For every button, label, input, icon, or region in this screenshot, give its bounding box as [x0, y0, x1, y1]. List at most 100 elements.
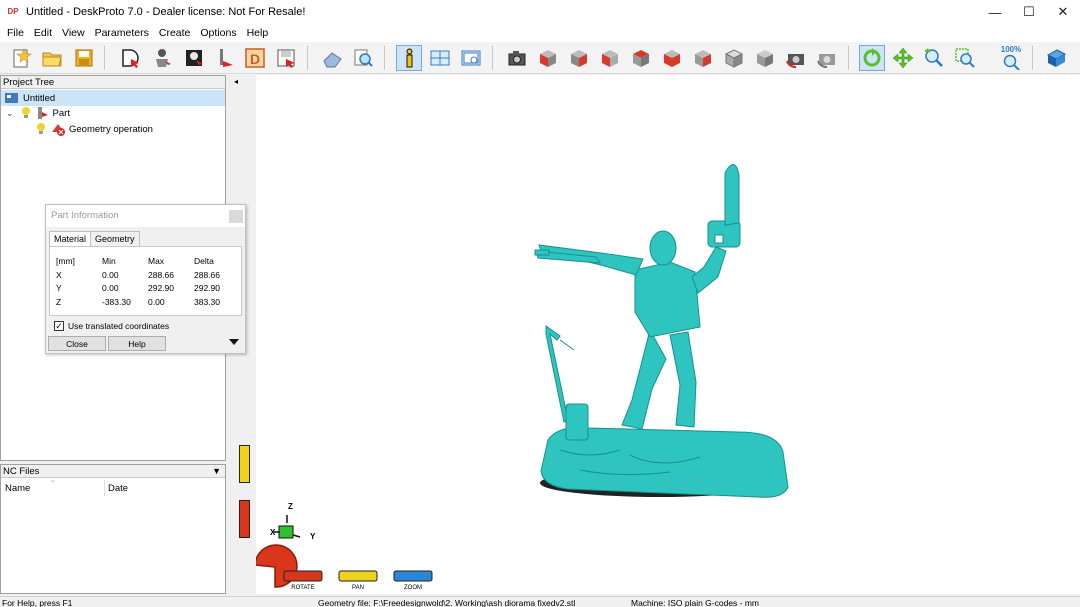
- sort-arrow-icon: ⌄: [50, 477, 56, 484]
- lightbulb-icon[interactable]: [35, 122, 47, 136]
- lightbulb-icon[interactable]: [20, 106, 32, 120]
- view-cube-8[interactable]: [752, 45, 778, 71]
- tree-item-geometry-operation[interactable]: Geometry operation: [1, 121, 153, 137]
- maximize-button[interactable]: ☐: [1012, 0, 1046, 24]
- open-folder-icon[interactable]: [39, 45, 65, 71]
- model-view[interactable]: Z X Y ROTATE PAN ZOOM: [230, 75, 1080, 594]
- info-icon[interactable]: [396, 45, 422, 71]
- row-max: 288.66: [148, 270, 174, 280]
- row-axis: Z: [56, 297, 62, 307]
- pan-slider[interactable]: [338, 570, 378, 582]
- checkbox-checked[interactable]: ✓: [54, 321, 64, 331]
- column-name[interactable]: Name: [5, 483, 30, 494]
- eraser-icon[interactable]: [319, 45, 345, 71]
- collapse-arrow-icon[interactable]: ◂: [234, 77, 238, 86]
- view-cube-7[interactable]: [721, 45, 747, 71]
- zoom-label: ZOOM: [404, 585, 422, 591]
- zoom-100-label: 100%: [1000, 45, 1022, 54]
- menu-create[interactable]: Create: [154, 27, 196, 39]
- photo-icon[interactable]: [181, 45, 207, 71]
- zoom-slider[interactable]: [393, 570, 433, 582]
- row-delta: 383.30: [194, 297, 220, 307]
- view-cube-4[interactable]: [628, 45, 654, 71]
- menu-view[interactable]: View: [57, 27, 90, 39]
- zoom-window-icon[interactable]: [952, 45, 978, 71]
- camera-icon[interactable]: [504, 45, 530, 71]
- book-icon[interactable]: [1043, 45, 1069, 71]
- axis-label-x: X: [270, 528, 276, 537]
- title-bar: DP Untitled - DeskProto 7.0 - Dealer lic…: [0, 0, 1080, 24]
- menu-edit[interactable]: Edit: [29, 27, 57, 39]
- pan-icon[interactable]: [890, 45, 916, 71]
- 3d-viewport[interactable]: Z X Y ROTATE PAN ZOOM: [230, 75, 1080, 594]
- dialog-close-box[interactable]: [229, 210, 243, 223]
- row-max: 0.00: [148, 297, 165, 307]
- view-cube-1[interactable]: [535, 45, 561, 71]
- status-bar: For Help, press F1 Geometry file: F:\Fre…: [0, 596, 1080, 607]
- zoom-icon[interactable]: [921, 45, 947, 71]
- tab-material[interactable]: Material: [49, 231, 92, 246]
- app-window: DP Untitled - DeskProto 7.0 - Dealer lic…: [0, 0, 1080, 607]
- row-min: 0.00: [102, 283, 119, 293]
- row-min: -383.30: [102, 297, 131, 307]
- view-cube-2[interactable]: [566, 45, 592, 71]
- close-dialog-button[interactable]: Close: [48, 336, 106, 351]
- tree-item-part[interactable]: ⌄ Part: [1, 105, 70, 121]
- axis-triad: [274, 515, 301, 539]
- column-date[interactable]: Date: [108, 483, 128, 494]
- menu-options[interactable]: Options: [195, 27, 241, 39]
- minimize-button[interactable]: —: [978, 0, 1012, 24]
- header-unit: [mm]: [56, 256, 75, 266]
- axis-label-y: Y: [310, 532, 316, 541]
- menu-file[interactable]: File: [2, 27, 29, 39]
- yellow-slider[interactable]: [239, 445, 250, 483]
- tree-item-untitled[interactable]: Untitled: [1, 90, 225, 106]
- help-button[interactable]: Help: [108, 336, 166, 351]
- row-min: 0.00: [102, 270, 119, 280]
- part-move-icon[interactable]: [149, 45, 175, 71]
- checkbox-label: Use translated coordinates: [68, 321, 170, 331]
- view-cube-6[interactable]: [690, 45, 716, 71]
- menu-help[interactable]: Help: [242, 27, 274, 39]
- chevron-down-icon[interactable]: ⌄: [6, 108, 14, 119]
- 3d-model: [534, 164, 789, 498]
- geometry-operation-icon: [52, 124, 65, 136]
- rotate-icon[interactable]: [859, 45, 885, 71]
- d-import-icon[interactable]: [117, 45, 143, 71]
- use-translated-coordinates[interactable]: ✓ Use translated coordinates: [54, 321, 169, 331]
- d-tool-icon[interactable]: [212, 45, 238, 71]
- red-slider[interactable]: [239, 500, 250, 538]
- menu-bar: File Edit View Parameters Create Options…: [0, 24, 1080, 42]
- view-cube-5[interactable]: [659, 45, 685, 71]
- nc-files-panel: NC Files ▼ Name ⌄ Date: [0, 464, 226, 594]
- row-delta: 288.66: [194, 270, 220, 280]
- d-letter-icon[interactable]: D: [242, 45, 268, 71]
- chevron-down-icon[interactable]: ▼: [212, 465, 221, 477]
- status-help: For Help, press F1: [2, 598, 73, 607]
- zoom-100-icon[interactable]: 100%: [998, 45, 1024, 71]
- nc-files-header: NC Files: [3, 466, 40, 477]
- expand-arrow-icon[interactable]: [229, 339, 239, 345]
- zoom-find-icon[interactable]: [350, 45, 376, 71]
- toolbar: D 100%: [0, 42, 1080, 74]
- save-icon[interactable]: [71, 45, 97, 71]
- row-axis: X: [56, 270, 62, 280]
- dialog-title: Part Information: [51, 210, 119, 221]
- screen-icon[interactable]: [458, 45, 484, 71]
- camera-gray-icon[interactable]: [814, 45, 840, 71]
- camera-rotate-icon[interactable]: [783, 45, 809, 71]
- rotate-slider[interactable]: [283, 570, 323, 582]
- status-geometry-file: Geometry file: F:\Freedesignwold\2. Work…: [318, 598, 576, 607]
- new-file-icon[interactable]: [8, 45, 34, 71]
- view-cube-3[interactable]: [597, 45, 623, 71]
- window-title: Untitled - DeskProto 7.0 - Dealer licens…: [26, 6, 306, 18]
- row-max: 292.90: [148, 283, 174, 293]
- app-icon: DP: [7, 7, 19, 16]
- project-icon: [5, 93, 18, 103]
- save-as-icon[interactable]: [273, 45, 299, 71]
- pan-label: PAN: [352, 585, 364, 591]
- menu-parameters[interactable]: Parameters: [90, 27, 154, 39]
- tab-geometry[interactable]: Geometry: [90, 231, 140, 246]
- layout-icon[interactable]: [427, 45, 453, 71]
- close-button[interactable]: ✕: [1046, 0, 1080, 24]
